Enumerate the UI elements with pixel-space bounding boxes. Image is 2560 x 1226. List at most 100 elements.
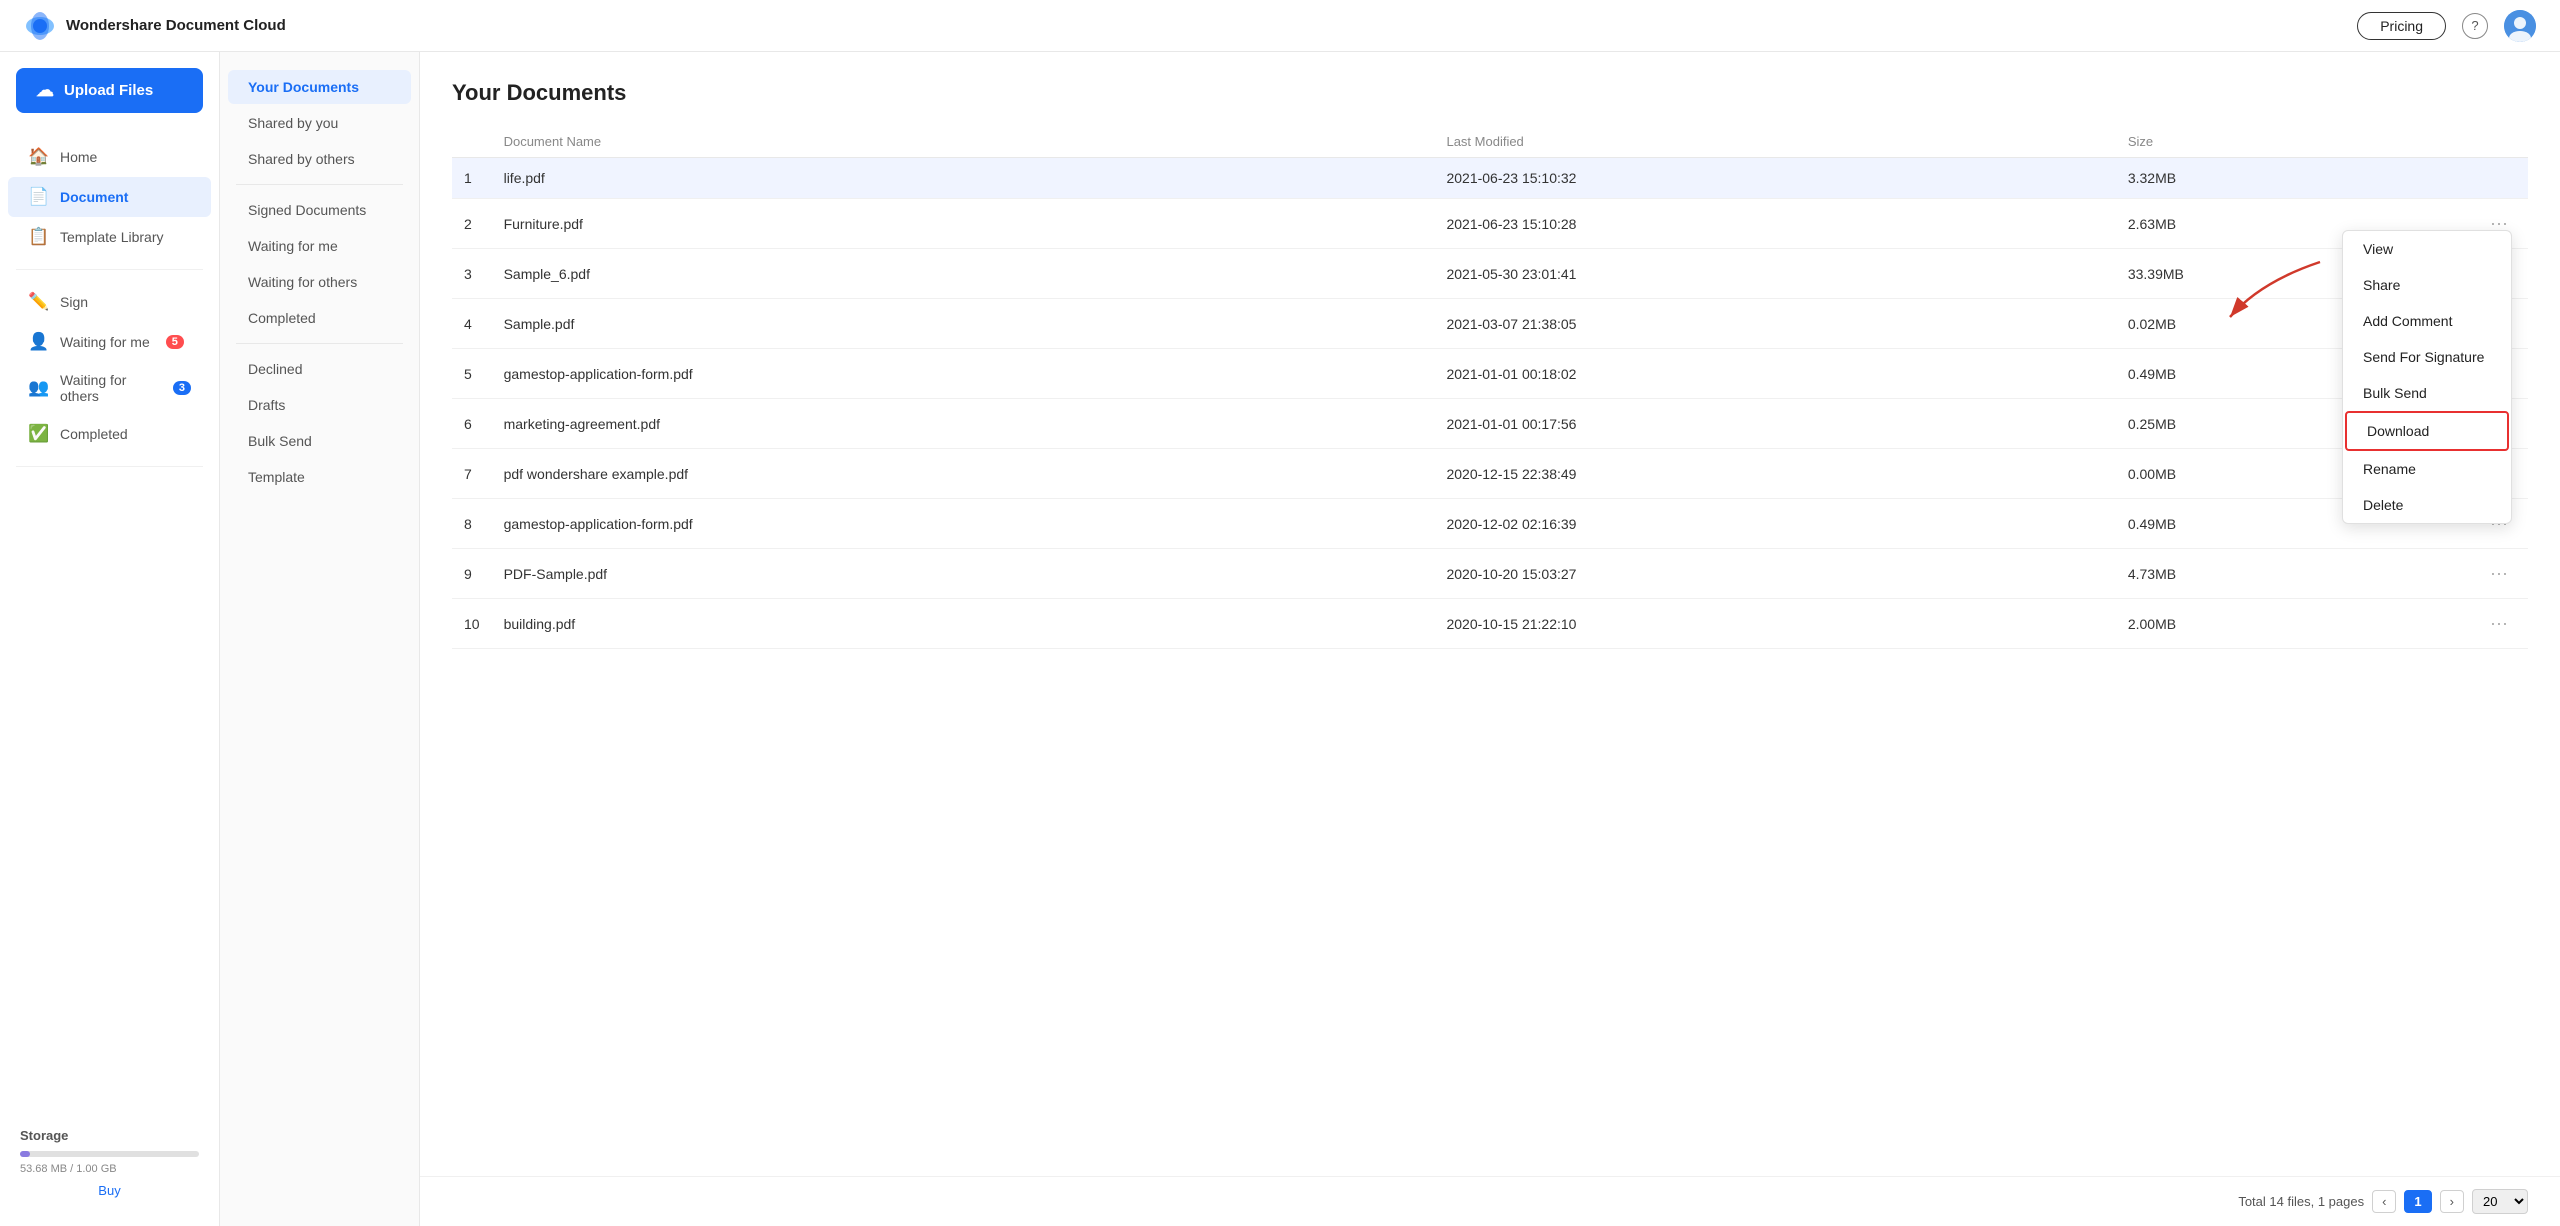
context-menu-item-add-comment[interactable]: Add Comment [2343,303,2511,339]
document-icon: 📄 [28,187,48,207]
sub-nav-completed[interactable]: Completed [228,301,411,335]
sub-sidebar: Your Documents Shared by you Shared by o… [220,52,420,1226]
sidebar-divider-1 [16,269,203,270]
sub-nav-signed-documents-label: Signed Documents [248,202,366,218]
help-icon[interactable]: ? [2462,13,2488,39]
context-menu-item-send-signature[interactable]: Send For Signature [2343,339,2511,375]
row-name: gamestop-application-form.pdf [492,349,1435,399]
doc-area: Your Documents Document Name Last Modifi… [420,52,2560,1176]
table-row[interactable]: 5 gamestop-application-form.pdf 2021-01-… [452,349,2528,399]
sidebar-item-template[interactable]: 📋 Template Library [8,217,211,257]
sub-nav-shared-by-others-label: Shared by others [248,151,355,167]
sub-nav-drafts[interactable]: Drafts [228,388,411,422]
row-date: 2020-10-15 21:22:10 [1434,599,2115,649]
pagination-total: Total 14 files, 1 pages [2238,1194,2364,1209]
current-page-button[interactable]: 1 [2404,1190,2431,1213]
main-layout: ☁ Upload Files 🏠 Home 📄 Document 📋 Templ… [0,52,2560,1226]
row-name: Sample.pdf [492,299,1435,349]
table-row[interactable]: 7 pdf wondershare example.pdf 2020-12-15… [452,449,2528,499]
sidebar-item-waiting-others[interactable]: 👥 Waiting for others 3 [8,362,211,414]
row-num: 1 [452,158,492,199]
pricing-button[interactable]: Pricing [2357,12,2446,40]
row-menu-button[interactable]: ··· [2482,611,2516,636]
upload-files-label: Upload Files [64,82,153,99]
buy-button[interactable]: Buy [20,1183,199,1198]
context-menu-item-download[interactable]: Download [2345,411,2509,451]
row-date: 2021-01-01 00:17:56 [1434,399,2115,449]
context-menu-item-delete[interactable]: Delete [2343,487,2511,523]
sub-nav-bulk-send-label: Bulk Send [248,433,312,449]
sidebar-item-home[interactable]: 🏠 Home [8,137,211,177]
documents-table: Document Name Last Modified Size 1 life.… [452,126,2528,649]
avatar[interactable] [2504,10,2536,42]
topbar: Wondershare Document Cloud Pricing ? [0,0,2560,52]
page-size-select[interactable]: 20 50 100 [2472,1189,2528,1214]
context-menu-item-view[interactable]: View [2343,231,2511,267]
sub-nav-waiting-for-me[interactable]: Waiting for me [228,229,411,263]
waiting-others-icon: 👥 [28,378,48,398]
sign-nav-section: ✏️ Sign 👤 Waiting for me 5 👥 Waiting for… [0,278,219,458]
sidebar-item-completed[interactable]: ✅ Completed [8,414,211,454]
row-date: 2020-10-20 15:03:27 [1434,549,2115,599]
sub-nav-declined[interactable]: Declined [228,352,411,386]
row-name: PDF-Sample.pdf [492,549,1435,599]
storage-bar-fill [20,1151,30,1157]
next-page-button[interactable]: › [2440,1190,2464,1213]
sidebar-item-waiting-others-label: Waiting for others [60,372,157,404]
context-menu-item-share[interactable]: Share [2343,267,2511,303]
context-menu-item-bulk-send[interactable]: Bulk Send [2343,375,2511,411]
sub-nav-signed-documents[interactable]: Signed Documents [228,193,411,227]
sub-nav-divider-2 [236,343,403,344]
topbar-right: Pricing ? [2357,10,2536,42]
upload-files-button[interactable]: ☁ Upload Files [16,68,203,113]
table-row[interactable]: 6 marketing-agreement.pdf 2021-01-01 00:… [452,399,2528,449]
row-num: 4 [452,299,492,349]
row-name: marketing-agreement.pdf [492,399,1435,449]
table-row[interactable]: 10 building.pdf 2020-10-15 21:22:10 2.00… [452,599,2528,649]
home-icon: 🏠 [28,147,48,167]
context-menu-item-rename[interactable]: Rename [2343,451,2511,487]
table-row[interactable]: 9 PDF-Sample.pdf 2020-10-20 15:03:27 4.7… [452,549,2528,599]
sub-nav-waiting-for-others-label: Waiting for others [248,274,357,290]
row-date: 2021-06-23 15:10:32 [1434,158,2115,199]
row-name: gamestop-application-form.pdf [492,499,1435,549]
table-row[interactable]: 8 gamestop-application-form.pdf 2020-12-… [452,499,2528,549]
sidebar-item-waiting-me[interactable]: 👤 Waiting for me 5 [8,322,211,362]
sub-nav-shared-by-you[interactable]: Shared by you [228,106,411,140]
sidebar-item-sign[interactable]: ✏️ Sign [8,282,211,322]
table-row[interactable]: 3 Sample_6.pdf 2021-05-30 23:01:41 33.39… [452,249,2528,299]
sub-nav-waiting-for-others[interactable]: Waiting for others [228,265,411,299]
prev-page-button[interactable]: ‹ [2372,1190,2396,1213]
col-actions [2470,126,2528,158]
table-row[interactable]: 1 life.pdf 2021-06-23 15:10:32 3.32MB [452,158,2528,199]
row-size: 2.00MB [2116,599,2470,649]
table-header: Document Name Last Modified Size [452,126,2528,158]
row-actions: ··· [2470,599,2528,649]
row-date: 2021-01-01 00:18:02 [1434,349,2115,399]
sub-nav-bulk-send[interactable]: Bulk Send [228,424,411,458]
left-sidebar: ☁ Upload Files 🏠 Home 📄 Document 📋 Templ… [0,52,220,1226]
row-menu-button[interactable]: ··· [2482,561,2516,586]
logo-icon [24,10,56,42]
row-name: pdf wondershare example.pdf [492,449,1435,499]
doc-area-wrapper: Your Documents Document Name Last Modifi… [420,52,2560,1226]
sidebar-item-home-label: Home [60,149,97,165]
row-num: 8 [452,499,492,549]
sidebar-item-document-label: Document [60,189,128,205]
context-menu: ViewShareAdd CommentSend For SignatureBu… [2342,230,2512,524]
sub-nav-template[interactable]: Template [228,460,411,494]
waiting-me-badge: 5 [166,335,184,349]
sub-nav-waiting-for-me-label: Waiting for me [248,238,338,254]
sidebar-item-template-label: Template Library [60,229,164,245]
table-row[interactable]: 4 Sample.pdf 2021-03-07 21:38:05 0.02MB … [452,299,2528,349]
content-area: Your Documents Shared by you Shared by o… [220,52,2560,1226]
sub-nav-your-documents[interactable]: Your Documents [228,70,411,104]
sidebar-item-document[interactable]: 📄 Document [8,177,211,217]
sub-nav-shared-by-others[interactable]: Shared by others [228,142,411,176]
storage-text: 53.68 MB / 1.00 GB [20,1163,199,1175]
upload-icon: ☁ [36,80,54,101]
row-num: 7 [452,449,492,499]
sub-nav-completed-label: Completed [248,310,316,326]
table-row[interactable]: 2 Furniture.pdf 2021-06-23 15:10:28 2.63… [452,199,2528,249]
row-name: life.pdf [492,158,1435,199]
